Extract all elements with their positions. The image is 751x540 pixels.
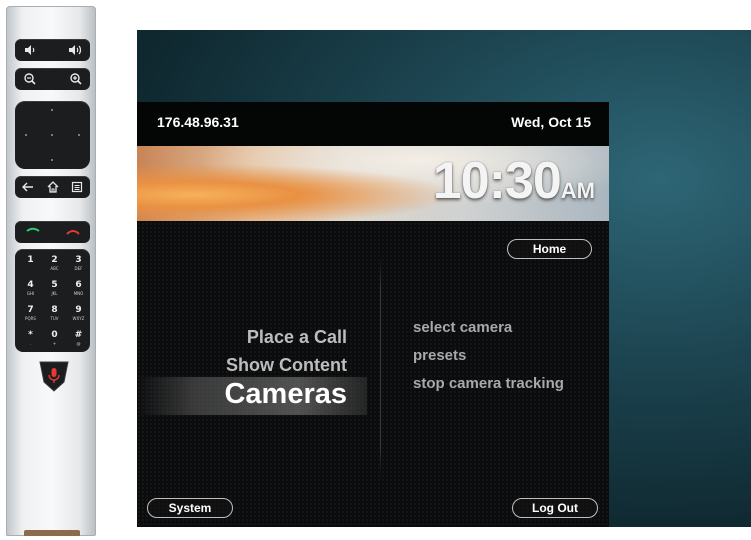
menu-icon[interactable] <box>70 180 84 194</box>
keypad-key[interactable]: 3 DEF <box>66 252 91 277</box>
hangup-icon[interactable] <box>65 227 81 237</box>
submenu-item-select-camera[interactable]: select camera <box>413 319 512 336</box>
zoom-in-icon[interactable] <box>69 72 83 86</box>
keypad-key[interactable]: # @ <box>66 327 91 352</box>
time-display: 10:30AM <box>433 150 595 222</box>
keypad-letters: JKL <box>51 291 58 296</box>
call-icon[interactable] <box>25 227 41 237</box>
keypad-digit: 0 <box>51 330 58 340</box>
keypad-letters: TUV <box>50 316 59 321</box>
keypad-digit: 8 <box>51 305 58 315</box>
mute-button[interactable] <box>36 358 72 394</box>
menu-item-cameras[interactable]: Cameras <box>224 378 347 411</box>
menu-panel: 176.48.96.31 Wed, Oct 15 10:30AM Home Pl… <box>137 102 609 527</box>
call-buttons <box>15 221 90 243</box>
navigation-pad[interactable] <box>15 101 90 169</box>
back-icon[interactable] <box>21 180 35 194</box>
keypad-letters: + <box>52 341 57 346</box>
system-button[interactable]: System <box>147 498 233 518</box>
remote-control: 1 2 ABC 3 DEF 4 GHI 5 JKL 6 MNO 7 PQRS 8 TUV 9 WXYZ *. 0 + #… <box>6 6 96 536</box>
keypad-letters: PQRS <box>25 316 36 321</box>
volume-down-icon[interactable] <box>23 43 37 57</box>
keypad-key[interactable]: 5 JKL <box>42 277 67 302</box>
keypad-letters: ABC <box>50 266 59 271</box>
keypad-key[interactable]: 4 GHI <box>18 277 43 302</box>
keypad-letters: MNO <box>73 291 84 296</box>
keypad-digit: 7 <box>27 305 34 315</box>
keypad-digit: 9 <box>75 305 82 315</box>
keypad-letters: @ <box>76 341 81 346</box>
ip-address: 176.48.96.31 <box>157 114 239 130</box>
menu-divider <box>380 257 381 477</box>
zoom-rocker <box>15 68 90 90</box>
home-button[interactable]: Home <box>507 239 592 259</box>
keypad-letters: DEF <box>74 266 83 271</box>
keypad-letters: GHI <box>26 291 35 296</box>
volume-rocker <box>15 39 90 61</box>
keypad-key[interactable]: 6 MNO <box>66 277 91 302</box>
keypad-key[interactable]: 9 WXYZ <box>66 302 91 327</box>
zoom-out-icon[interactable] <box>23 72 37 86</box>
keypad-digit: 2 <box>51 255 58 265</box>
volume-up-icon[interactable] <box>67 43 83 57</box>
keypad-key[interactable]: 0 + <box>42 327 67 352</box>
display-screen: 176.48.96.31 Wed, Oct 15 10:30AM Home Pl… <box>137 30 751 527</box>
keypad-key[interactable]: 2 ABC <box>42 252 67 277</box>
time-value: 10:30 <box>432 152 562 210</box>
date-display: Wed, Oct 15 <box>511 114 591 130</box>
submenu-item-presets[interactable]: presets <box>413 347 466 364</box>
keypad-digit: 5 <box>51 280 58 290</box>
menu-item-show-content[interactable]: Show Content <box>226 355 347 376</box>
keypad-digit: 4 <box>27 280 34 290</box>
time-ampm: AM <box>560 178 595 203</box>
keypad-digit: 3 <box>75 255 82 265</box>
keypad-digit: 6 <box>75 280 82 290</box>
function-buttons <box>15 176 90 198</box>
keypad-letters: . <box>29 341 32 346</box>
keypad-letters: WXYZ <box>72 316 85 321</box>
keypad-key[interactable]: 7 PQRS <box>18 302 43 327</box>
keypad-key[interactable]: 1 <box>18 252 43 277</box>
logout-button[interactable]: Log Out <box>512 498 598 518</box>
dial-keypad: 1 2 ABC 3 DEF 4 GHI 5 JKL 6 MNO 7 PQRS 8 TUV 9 WXYZ *. 0 + #… <box>15 249 90 352</box>
keypad-digit: * <box>28 330 33 340</box>
clock-banner: 10:30AM <box>137 146 609 221</box>
keypad-key[interactable]: 8 TUV <box>42 302 67 327</box>
status-bar: 176.48.96.31 Wed, Oct 15 <box>137 102 609 146</box>
keypad-digit: # <box>74 330 83 340</box>
menu-item-place-a-call[interactable]: Place a Call <box>247 327 347 348</box>
remote-base <box>24 530 80 536</box>
keypad-digit: 1 <box>27 255 34 265</box>
home-icon[interactable] <box>46 180 60 194</box>
keypad-key[interactable]: *. <box>18 327 43 352</box>
submenu-item-stop-camera-tracking[interactable]: stop camera tracking <box>413 375 564 392</box>
